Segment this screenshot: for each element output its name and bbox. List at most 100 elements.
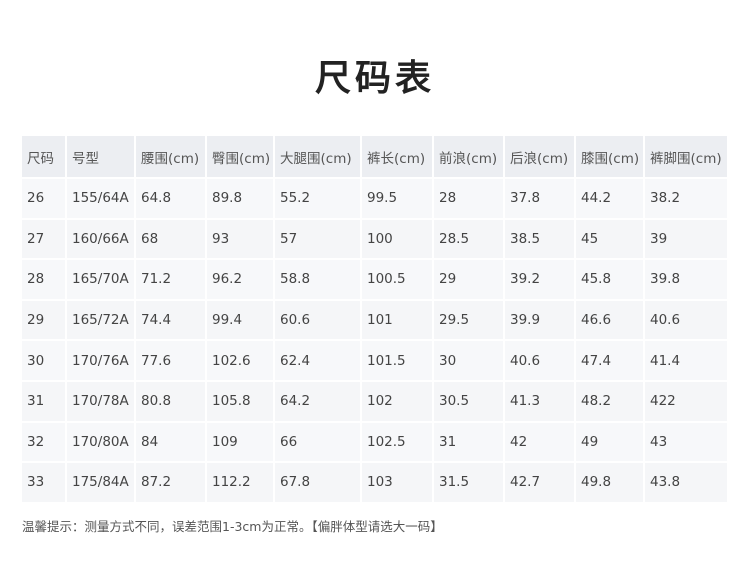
header-thigh: 大腿围(cm) xyxy=(274,136,362,179)
cell-size: 30 xyxy=(22,340,67,382)
cell-hip: 112.2 xyxy=(206,462,275,504)
cell-leg-opening: 38.2 xyxy=(644,178,729,220)
cell-thigh: 60.6 xyxy=(274,299,362,342)
cell-knee: 49.8 xyxy=(575,462,645,504)
cell-length: 100 xyxy=(361,218,434,261)
cell-waist: 80.8 xyxy=(135,380,207,423)
size-table: 尺码 号型 腰围(cm) 臀围(cm) 大腿围(cm) 裤长(cm) 前浪(cm… xyxy=(22,136,729,504)
cell-model: 160/66A xyxy=(66,218,136,261)
cell-knee: 49 xyxy=(575,421,645,464)
header-hip: 臀围(cm) xyxy=(206,136,275,179)
cell-thigh: 64.2 xyxy=(274,380,362,423)
cell-front-rise: 31.5 xyxy=(433,462,505,504)
cell-thigh: 58.8 xyxy=(274,259,362,301)
cell-back-rise: 41.3 xyxy=(504,380,576,423)
cell-waist: 84 xyxy=(135,421,207,464)
cell-size: 32 xyxy=(22,421,67,464)
table-row: 31 170/78A 80.8 105.8 64.2 102 30.5 41.3 48.2 422 xyxy=(22,380,729,423)
cell-model: 155/64A xyxy=(66,178,136,220)
header-knee: 膝围(cm) xyxy=(575,136,645,179)
cell-length: 100.5 xyxy=(361,259,434,301)
cell-size: 28 xyxy=(22,259,67,301)
header-back-rise: 后浪(cm) xyxy=(504,136,576,179)
cell-hip: 105.8 xyxy=(206,380,275,423)
cell-back-rise: 37.8 xyxy=(504,178,576,220)
measurement-note: 温馨提示：测量方式不同，误差范围1-3cm为正常。【偏胖体型请选大一码】 xyxy=(22,519,443,534)
cell-thigh: 55.2 xyxy=(274,178,362,220)
header-front-rise: 前浪(cm) xyxy=(433,136,505,179)
cell-model: 170/80A xyxy=(66,421,136,464)
header-leg-opening: 裤脚围(cm) xyxy=(644,136,729,179)
cell-back-rise: 40.6 xyxy=(504,340,576,382)
cell-front-rise: 29 xyxy=(433,259,505,301)
header-waist: 腰围(cm) xyxy=(135,136,207,179)
cell-size: 27 xyxy=(22,218,67,261)
table-header-row: 尺码 号型 腰围(cm) 臀围(cm) 大腿围(cm) 裤长(cm) 前浪(cm… xyxy=(22,136,729,179)
cell-leg-opening: 40.6 xyxy=(644,299,729,342)
cell-size: 33 xyxy=(22,462,67,504)
cell-front-rise: 28.5 xyxy=(433,218,505,261)
cell-knee: 47.4 xyxy=(575,340,645,382)
cell-hip: 109 xyxy=(206,421,275,464)
cell-front-rise: 29.5 xyxy=(433,299,505,342)
cell-back-rise: 38.5 xyxy=(504,218,576,261)
header-model: 号型 xyxy=(66,136,136,179)
cell-waist: 87.2 xyxy=(135,462,207,504)
cell-leg-opening: 41.4 xyxy=(644,340,729,382)
cell-back-rise: 42 xyxy=(504,421,576,464)
table-row: 33 175/84A 87.2 112.2 67.8 103 31.5 42.7 49.8 43.… xyxy=(22,462,729,504)
cell-waist: 71.2 xyxy=(135,259,207,301)
cell-hip: 99.4 xyxy=(206,299,275,342)
cell-hip: 96.2 xyxy=(206,259,275,301)
cell-model: 170/78A xyxy=(66,380,136,423)
header-size: 尺码 xyxy=(22,136,67,179)
cell-knee: 46.6 xyxy=(575,299,645,342)
cell-leg-opening: 43 xyxy=(644,421,729,464)
cell-leg-opening: 39.8 xyxy=(644,259,729,301)
cell-front-rise: 30 xyxy=(433,340,505,382)
table-row: 28 165/70A 71.2 96.2 58.8 100.5 29 39.2 45.8 39.8 xyxy=(22,259,729,301)
cell-thigh: 66 xyxy=(274,421,362,464)
size-table-container: 尺码 号型 腰围(cm) 臀围(cm) 大腿围(cm) 裤长(cm) 前浪(cm… xyxy=(22,136,729,506)
cell-waist: 68 xyxy=(135,218,207,261)
cell-model: 170/76A xyxy=(66,340,136,382)
cell-hip: 93 xyxy=(206,218,275,261)
cell-front-rise: 28 xyxy=(433,178,505,220)
table-row: 26 155/64A 64.8 89.8 55.2 99.5 28 37.8 44.2 38.2 xyxy=(22,178,729,220)
page-title: 尺码表 xyxy=(314,58,435,99)
cell-length: 99.5 xyxy=(361,178,434,220)
cell-knee: 44.2 xyxy=(575,178,645,220)
cell-back-rise: 39.2 xyxy=(504,259,576,301)
cell-back-rise: 42.7 xyxy=(504,462,576,504)
cell-hip: 89.8 xyxy=(206,178,275,220)
table-row: 32 170/80A 84 109 66 102.5 31 42 49 43 xyxy=(22,421,729,464)
cell-waist: 77.6 xyxy=(135,340,207,382)
cell-waist: 64.8 xyxy=(135,178,207,220)
header-length: 裤长(cm) xyxy=(361,136,434,179)
cell-front-rise: 31 xyxy=(433,421,505,464)
cell-waist: 74.4 xyxy=(135,299,207,342)
cell-hip: 102.6 xyxy=(206,340,275,382)
cell-length: 101 xyxy=(361,299,434,342)
cell-leg-opening: 422 xyxy=(644,380,729,423)
cell-thigh: 67.8 xyxy=(274,462,362,504)
table-body: 26 155/64A 64.8 89.8 55.2 99.5 28 37.8 44.2 38.2 2… xyxy=(22,178,729,504)
cell-length: 102.5 xyxy=(361,421,434,464)
cell-thigh: 57 xyxy=(274,218,362,261)
cell-back-rise: 39.9 xyxy=(504,299,576,342)
cell-size: 31 xyxy=(22,380,67,423)
table-row: 27 160/66A 68 93 57 100 28.5 38.5 45 39 xyxy=(22,218,729,261)
cell-size: 26 xyxy=(22,178,67,220)
table-row: 30 170/76A 77.6 102.6 62.4 101.5 30 40.6 47.4 41.… xyxy=(22,340,729,382)
cell-size: 29 xyxy=(22,299,67,342)
cell-knee: 48.2 xyxy=(575,380,645,423)
cell-leg-opening: 39 xyxy=(644,218,729,261)
cell-front-rise: 30.5 xyxy=(433,380,505,423)
cell-thigh: 62.4 xyxy=(274,340,362,382)
cell-leg-opening: 43.8 xyxy=(644,462,729,504)
cell-knee: 45.8 xyxy=(575,259,645,301)
cell-length: 103 xyxy=(361,462,434,504)
cell-model: 165/72A xyxy=(66,299,136,342)
cell-model: 165/70A xyxy=(66,259,136,301)
cell-length: 101.5 xyxy=(361,340,434,382)
